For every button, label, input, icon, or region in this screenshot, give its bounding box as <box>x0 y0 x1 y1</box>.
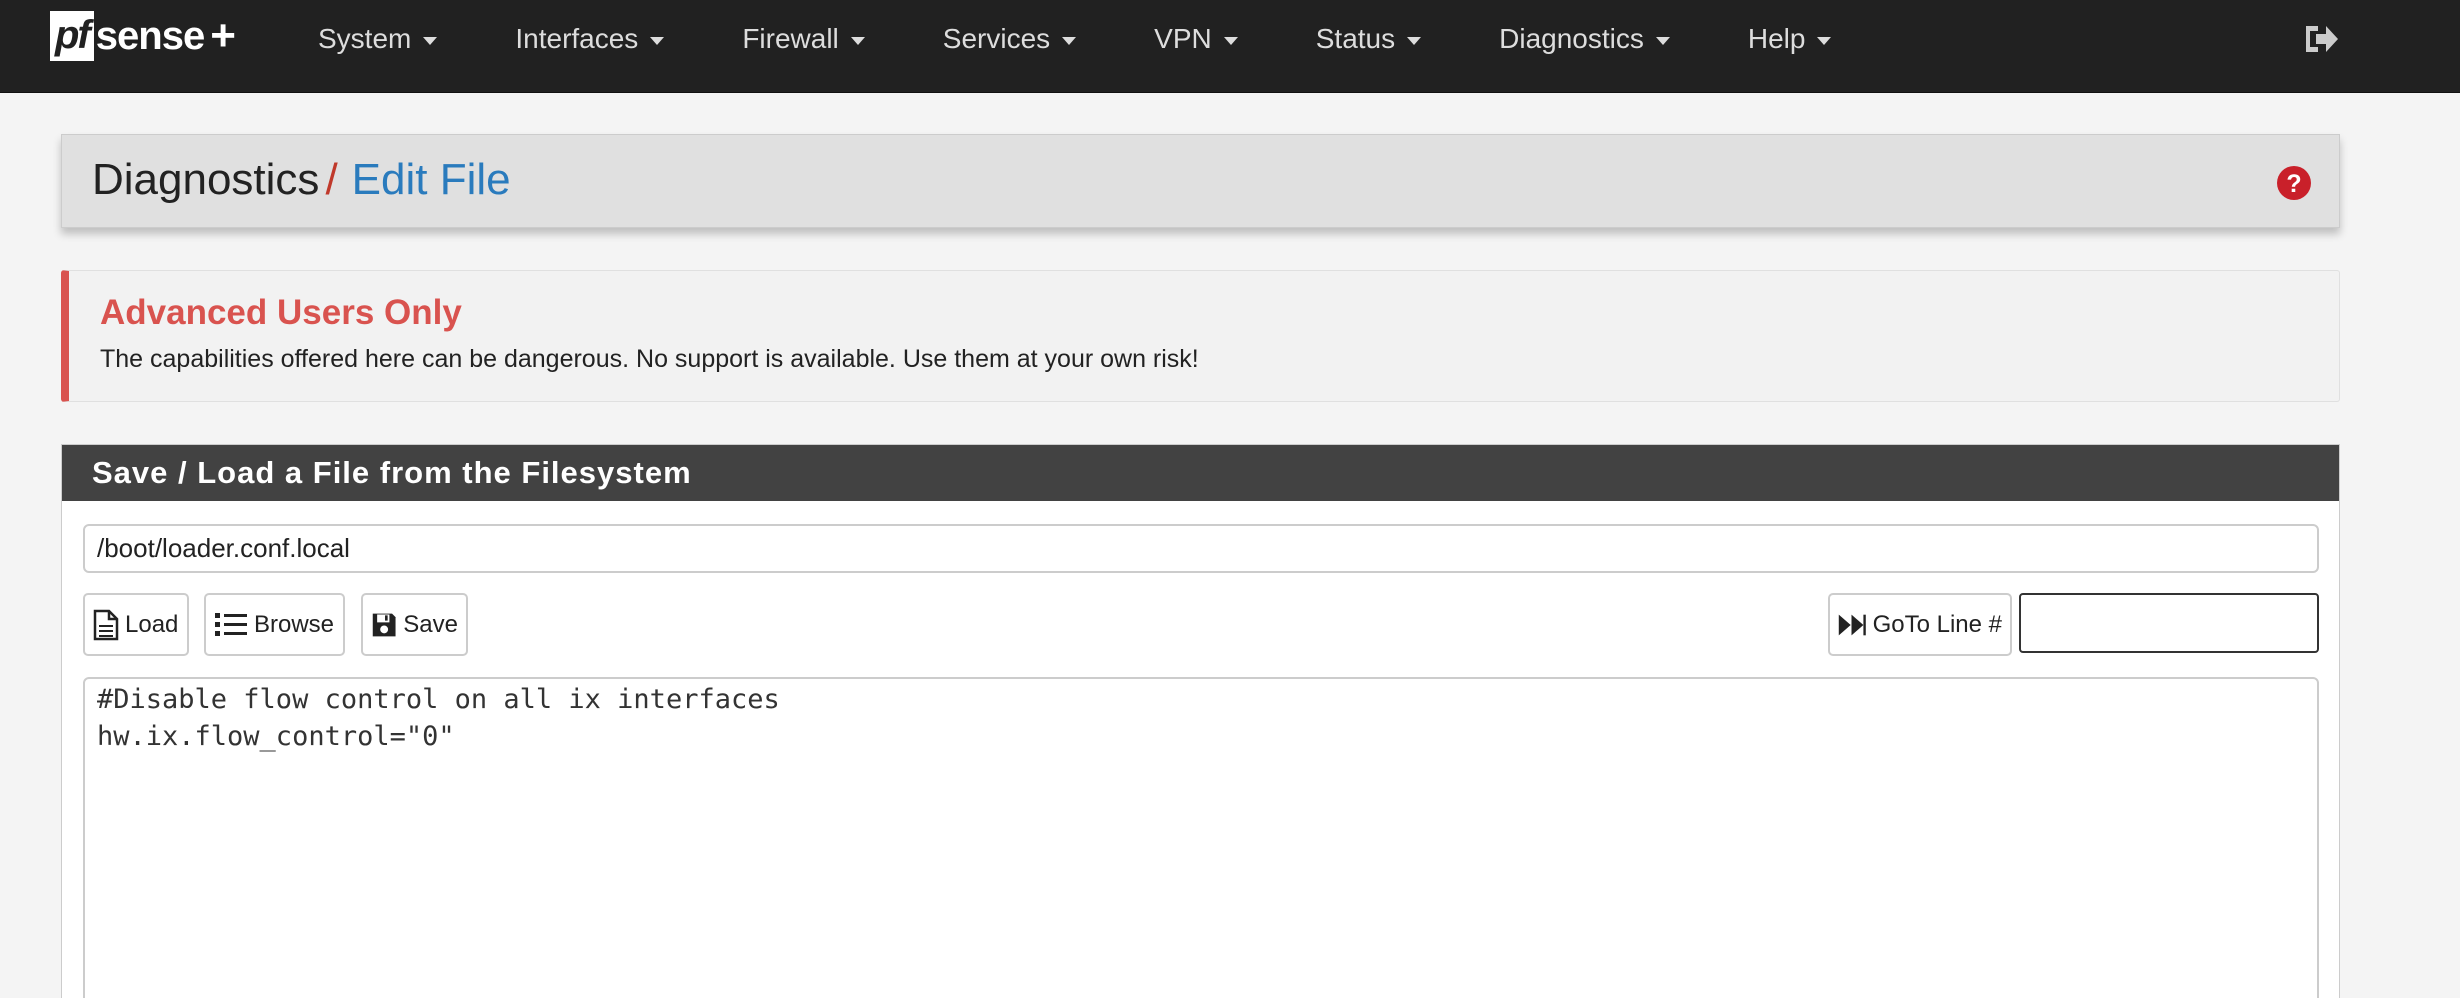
menu-interfaces[interactable]: Interfaces <box>515 23 665 55</box>
list-icon <box>215 612 247 636</box>
logo-sense: sense <box>95 13 205 58</box>
question-circle-icon[interactable]: ? <box>2276 165 2312 201</box>
file-icon <box>93 609 119 640</box>
load-button[interactable]: Load <box>83 593 189 656</box>
menu-diagnostics-label: Diagnostics <box>1499 23 1644 54</box>
file-path-input[interactable] <box>83 524 2319 573</box>
page-header: Diagnostics / Edit File ? <box>61 134 2340 228</box>
top-navbar: pf sense + System Interfaces Firewall Serv… <box>0 0 2460 93</box>
menu-help-label: Help <box>1747 23 1806 54</box>
logo-plus: + <box>210 11 236 60</box>
save-button-label: Save <box>403 610 458 638</box>
menu-diagnostics[interactable]: Diagnostics <box>1499 23 1670 55</box>
panel-title: Save / Load a File from the Filesystem <box>62 445 2339 501</box>
caret-down-icon <box>1223 36 1238 45</box>
sign-out-icon[interactable] <box>2302 22 2340 56</box>
menu-vpn[interactable]: VPN <box>1154 23 1238 55</box>
file-panel: Save / Load a File from the Filesystem L… <box>61 444 2340 998</box>
menu-system[interactable]: System <box>318 23 438 55</box>
warning-alert: Advanced Users Only The capabilities off… <box>61 270 2340 402</box>
file-content-editor[interactable]: #Disable flow control on all ix interfac… <box>83 677 2319 998</box>
menu-system-label: System <box>318 23 412 54</box>
menu-interfaces-label: Interfaces <box>515 23 639 54</box>
breadcrumb-parent[interactable]: Diagnostics <box>92 155 319 204</box>
breadcrumb-current[interactable]: Edit File <box>352 155 511 204</box>
breadcrumb-separator: / <box>325 155 338 204</box>
save-button[interactable]: Save <box>361 593 468 656</box>
fast-forward-icon <box>1838 614 1866 635</box>
menu-help[interactable]: Help <box>1748 23 1832 55</box>
alert-text: The capabilities offered here can be dan… <box>100 345 1199 373</box>
goto-line-input[interactable] <box>2019 593 2319 653</box>
goto-line-button[interactable]: GoTo Line # <box>1828 593 2012 656</box>
caret-down-icon <box>850 36 865 45</box>
goto-line-label: GoTo Line # <box>1872 610 2002 638</box>
floppy-disk-icon <box>372 613 396 636</box>
browse-button[interactable]: Browse <box>204 593 345 656</box>
menu-firewall[interactable]: Firewall <box>742 23 865 55</box>
menu-services[interactable]: Services <box>942 23 1077 55</box>
alert-title: Advanced Users Only <box>100 293 462 332</box>
caret-down-icon <box>1062 36 1077 45</box>
svg-text:?: ? <box>2286 170 2301 198</box>
caret-down-icon <box>1655 36 1670 45</box>
menu-vpn-label: VPN <box>1154 23 1212 54</box>
caret-down-icon <box>423 36 438 45</box>
load-button-label: Load <box>125 610 179 638</box>
caret-down-icon <box>1817 36 1832 45</box>
browse-button-label: Browse <box>254 610 335 638</box>
caret-down-icon <box>650 36 665 45</box>
pfsense-logo[interactable]: pf sense + <box>50 10 236 62</box>
menu-status[interactable]: Status <box>1315 23 1422 55</box>
caret-down-icon <box>1407 36 1422 45</box>
main-menu: System Interfaces Firewall Services VPN … <box>318 0 1909 78</box>
menu-services-label: Services <box>942 23 1051 54</box>
breadcrumb: Diagnostics / Edit File <box>92 155 511 205</box>
logo-pf: pf <box>50 11 94 61</box>
menu-status-label: Status <box>1315 23 1396 54</box>
menu-firewall-label: Firewall <box>742 23 839 54</box>
